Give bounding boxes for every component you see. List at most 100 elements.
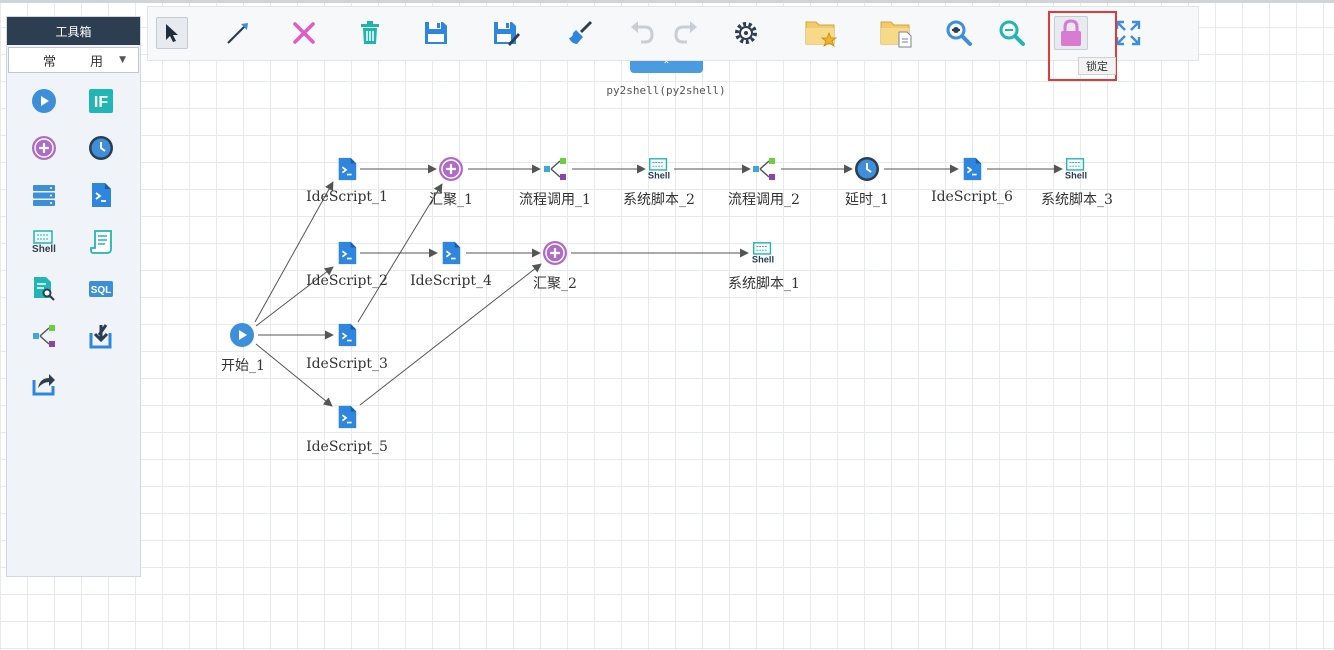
toolbox-title: 工具箱	[7, 17, 140, 45]
settings-button[interactable]	[730, 17, 762, 49]
flow-node-ide-script[interactable]	[959, 156, 985, 182]
node-label: IdeScript_5	[306, 439, 388, 455]
shell-icon: Shell	[32, 230, 56, 255]
clock-icon	[855, 157, 879, 181]
tool-delay[interactable]	[87, 134, 115, 162]
flow-node-start[interactable]	[229, 322, 255, 348]
pointer-icon	[166, 24, 178, 42]
database-icon	[33, 185, 55, 206]
node-label: IdeScript_2	[306, 273, 388, 289]
toolbar-collapse-tab[interactable]: ⌃	[630, 61, 703, 73]
main-toolbar	[147, 6, 1199, 61]
svg-text:Shell: Shell	[752, 254, 774, 264]
shell-icon: Shell	[1065, 158, 1087, 180]
tool-ide-script[interactable]	[87, 181, 115, 209]
save-as-button[interactable]	[490, 17, 522, 49]
flow-node-shell[interactable]: Shell	[646, 156, 672, 182]
zoom-out-button[interactable]	[996, 17, 1028, 49]
if-icon: IF	[89, 89, 113, 113]
node-label: 汇聚_2	[533, 276, 577, 292]
flow-node-shell[interactable]: Shell	[750, 240, 776, 266]
flow-call-icon	[544, 158, 566, 180]
flow-node-flow-call[interactable]	[751, 156, 777, 182]
save-button[interactable]	[420, 17, 452, 49]
node-label: 系统脚本_1	[728, 276, 800, 292]
select-tool-button[interactable]	[156, 17, 188, 49]
node-label: 流程调用_2	[728, 192, 800, 208]
tool-shell[interactable]: Shell	[30, 228, 58, 256]
shell-icon: Shell	[752, 242, 774, 264]
tool-database[interactable]	[30, 181, 58, 209]
format-brush-button[interactable]	[564, 17, 596, 49]
flow-title: py2shell(py2shell)	[606, 84, 726, 97]
node-label: 开始_1	[221, 358, 265, 374]
svg-text:SQL: SQL	[91, 285, 112, 296]
flow-node-ide-script[interactable]	[334, 156, 360, 182]
flow-node-delay[interactable]	[854, 156, 880, 182]
node-label: IdeScript_6	[931, 189, 1013, 205]
flow-call-icon	[753, 158, 775, 180]
paint-brush-icon	[569, 20, 593, 44]
plus-circle-icon	[439, 157, 463, 181]
plus-circle-icon	[32, 136, 56, 160]
top-border	[0, 0, 1334, 3]
trash-button[interactable]	[354, 17, 386, 49]
fullscreen-icon	[1115, 20, 1141, 46]
svg-text:Shell: Shell	[648, 170, 670, 180]
flow-node-ide-script[interactable]	[334, 322, 360, 348]
tool-start[interactable]	[30, 87, 58, 115]
tool-converge[interactable]	[30, 134, 58, 162]
save-edit-icon	[494, 22, 520, 46]
terminal-file-icon	[442, 241, 461, 265]
connect-tool-button[interactable]	[222, 17, 254, 49]
zoom-in-button[interactable]	[943, 17, 975, 49]
tool-if[interactable]: IF	[87, 87, 115, 115]
tool-flow-call[interactable]	[30, 322, 58, 350]
play-circle-icon	[230, 323, 254, 347]
flow-node-shell[interactable]: Shell	[1063, 156, 1089, 182]
share-icon	[32, 374, 55, 396]
flow-node-flow-call[interactable]	[542, 156, 568, 182]
file-search-icon	[34, 277, 55, 301]
node-label: 延时_1	[845, 192, 889, 208]
svg-text:Shell: Shell	[32, 244, 56, 255]
close-icon	[293, 22, 315, 44]
shell-icon: Shell	[648, 158, 670, 180]
sql-icon: SQL	[89, 281, 113, 297]
lock-tooltip: 锁定	[1078, 57, 1116, 75]
toolbox-category-select[interactable]: 常用 ▼	[8, 47, 139, 73]
flow-node-converge[interactable]	[438, 156, 464, 182]
folder-file-icon	[880, 21, 912, 48]
import-icon	[89, 324, 112, 349]
tool-script-doc[interactable]	[87, 228, 115, 256]
open-folder-button[interactable]	[803, 17, 839, 49]
node-label: IdeScript_4	[410, 273, 492, 289]
flow-edges	[254, 164, 1063, 407]
flow-node-converge[interactable]	[542, 240, 568, 266]
zoom-out-icon	[999, 20, 1025, 46]
delete-button[interactable]	[288, 17, 320, 49]
flow-node-ide-script[interactable]	[334, 240, 360, 266]
terminal-file-icon	[338, 323, 357, 347]
redo-button[interactable]	[670, 17, 702, 49]
chevron-down-icon: ▼	[119, 55, 126, 65]
tool-sql[interactable]: SQL	[87, 275, 115, 303]
edge[interactable]	[255, 343, 333, 407]
terminal-file-icon	[338, 157, 357, 181]
folder-star-icon	[805, 21, 838, 47]
line-arrow-icon	[227, 23, 248, 44]
flow-call-icon	[33, 325, 55, 347]
flow-node-ide-script[interactable]	[334, 404, 360, 430]
chevron-up-icon: ⌃	[662, 60, 671, 71]
node-label: IdeScript_1	[306, 189, 388, 205]
folder-file-button[interactable]	[878, 17, 914, 49]
undo-button[interactable]	[626, 17, 658, 49]
tool-import[interactable]	[87, 322, 115, 350]
terminal-file-icon	[963, 157, 982, 181]
tool-file-search[interactable]	[30, 275, 58, 303]
node-label: IdeScript_3	[306, 356, 388, 372]
flow-node-ide-script[interactable]	[438, 240, 464, 266]
node-label: 汇聚_1	[429, 192, 473, 208]
node-label: 流程调用_1	[519, 192, 591, 208]
tool-export[interactable]	[30, 369, 58, 397]
